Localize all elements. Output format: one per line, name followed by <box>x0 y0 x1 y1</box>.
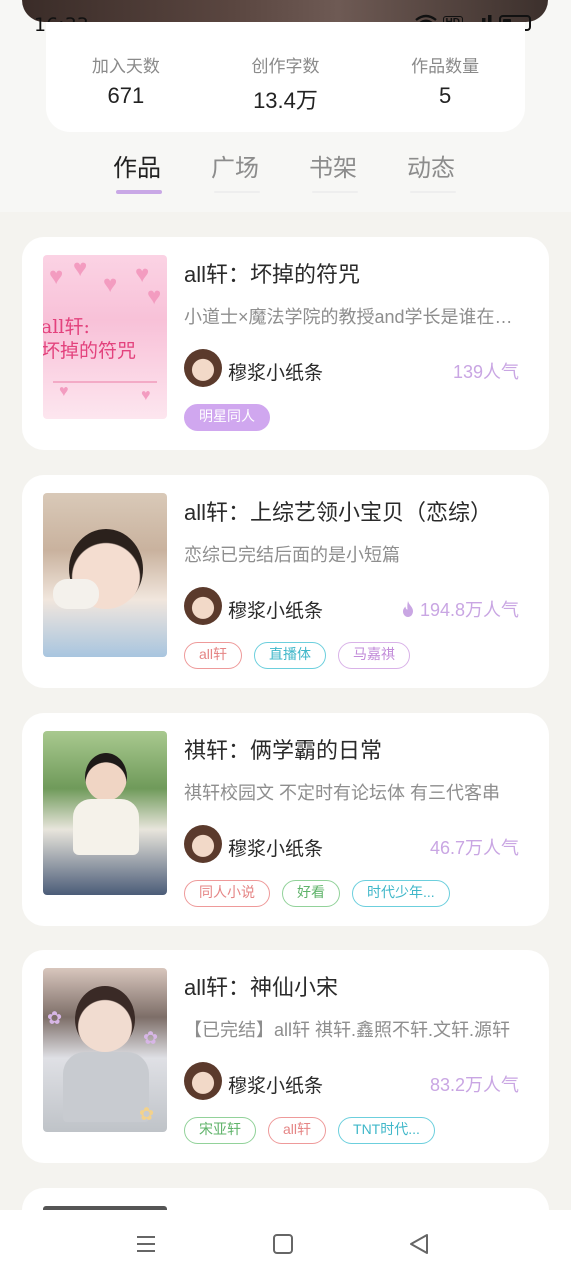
tab-underline <box>214 191 260 193</box>
system-nav-bar <box>0 1210 571 1280</box>
stat-label: 作品数量 <box>411 57 480 76</box>
popularity-count: 139人气 <box>453 358 519 384</box>
work-card[interactable]: ✿ ✿ ✿ all轩：神仙小宋 【已完结】all轩 祺轩.鑫照不轩.文轩.源轩 … <box>22 950 549 1163</box>
work-description: 小道士×魔法学院的教授and学长是谁在写我不说 <box>184 307 524 327</box>
tab-activity[interactable]: 动态 <box>386 148 476 183</box>
work-tags: 明星同人 <box>184 404 270 431</box>
work-title[interactable]: all轩：神仙小宋 <box>184 970 338 1002</box>
tag[interactable]: 宋亚轩 <box>184 1117 256 1144</box>
author-name[interactable]: 穆浆小纸条 <box>228 834 323 861</box>
heart-icon: ♥ <box>73 255 88 282</box>
cover-shirt <box>73 799 139 855</box>
popularity-text: 194.8万人气 <box>419 600 519 620</box>
tab-square[interactable]: 广场 <box>190 148 280 183</box>
work-cover-image[interactable] <box>43 493 167 657</box>
stat-value: 13.4万 <box>253 88 318 113</box>
heart-icon: ♥ <box>49 263 64 290</box>
cover-hoodie <box>63 1052 149 1122</box>
author-name[interactable]: 穆浆小纸条 <box>228 596 323 623</box>
flower-icon: ✿ <box>143 1028 159 1048</box>
menu-icon[interactable] <box>134 1232 158 1256</box>
work-description: 【已完结】all轩 祺轩.鑫照不轩.文轩.源轩 <box>184 1020 511 1040</box>
avatar[interactable] <box>184 349 222 387</box>
tag[interactable]: all轩 <box>268 1117 327 1144</box>
profile-tabs: 作品 广场 书架 动态 <box>92 148 492 198</box>
work-title[interactable]: all轩：坏掉的符咒 <box>184 257 360 289</box>
work-description: 恋综已完结后面的是小短篇 <box>184 545 400 565</box>
avatar[interactable] <box>184 825 222 863</box>
popularity-count: 83.2万人气 <box>430 1071 519 1097</box>
work-card[interactable]: ♥ ♥ ♥ ♥ ♥ ♥ ♥ all轩: 坏掉的符咒 all轩：坏掉的符咒 小道士×… <box>22 237 549 450</box>
cover-portrait <box>75 986 135 1052</box>
tag[interactable]: 时代少年... <box>352 880 450 907</box>
work-tags: all轩 直播体 马嘉祺 <box>184 642 411 669</box>
author-name[interactable]: 穆浆小纸条 <box>228 358 323 385</box>
cover-title-text: all轩: 坏掉的符咒 <box>43 316 137 362</box>
work-cover-image[interactable]: ✿ ✿ ✿ <box>43 968 167 1132</box>
stat-works-count: 作品数量 5 <box>380 52 510 132</box>
tag[interactable]: TNT时代... <box>338 1117 435 1144</box>
avatar[interactable] <box>184 587 222 625</box>
work-title[interactable]: 祺轩：俩学霸的日常 <box>184 733 382 765</box>
work-description: 祺轩校园文 不定时有论坛体 有三代客串 <box>184 783 501 803</box>
work-tags: 宋亚轩 all轩 TNT时代... <box>184 1117 435 1144</box>
stat-join-days: 加入天数 671 <box>61 52 191 132</box>
stat-word-count: 创作字数 13.4万 <box>220 52 350 132</box>
work-card[interactable]: all轩：上综艺领小宝贝（恋综） 恋综已完结后面的是小短篇 穆浆小纸条 194.… <box>22 475 549 688</box>
flower-icon: ✿ <box>47 1008 63 1028</box>
work-tags: 同人小说 好看 时代少年... <box>184 880 450 907</box>
work-card[interactable]: 祺轩：俩学霸的日常 祺轩校园文 不定时有论坛体 有三代客串 穆浆小纸条 46.7… <box>22 713 549 926</box>
stat-value: 5 <box>439 83 452 108</box>
tag[interactable]: 好看 <box>282 880 340 907</box>
tab-underline <box>312 191 358 193</box>
tag[interactable]: 同人小说 <box>184 880 270 907</box>
heart-icon: ♥ <box>59 383 69 400</box>
work-cover-image[interactable] <box>43 731 167 895</box>
back-triangle-icon[interactable] <box>407 1232 431 1256</box>
stats-card: 加入天数 671 创作字数 13.4万 作品数量 5 <box>46 22 525 132</box>
work-cover-image[interactable]: ♥ ♥ ♥ ♥ ♥ ♥ ♥ all轩: 坏掉的符咒 <box>43 255 167 419</box>
author-name[interactable]: 穆浆小纸条 <box>228 1071 323 1098</box>
tab-bookshelf[interactable]: 书架 <box>288 148 378 183</box>
cover-portrait <box>85 753 127 801</box>
heart-icon: ♥ <box>103 271 118 298</box>
tag[interactable]: 明星同人 <box>184 404 270 431</box>
popularity-text: 46.7万人气 <box>429 838 519 858</box>
work-title[interactable]: all轩：上综艺领小宝贝（恋综） <box>184 495 492 527</box>
tag[interactable]: all轩 <box>184 642 243 669</box>
stat-value: 671 <box>107 83 145 108</box>
heart-icon: ♥ <box>147 283 162 310</box>
stat-label: 创作字数 <box>251 57 320 76</box>
heart-icon: ♥ <box>141 387 151 404</box>
stat-label: 加入天数 <box>91 57 160 76</box>
cover-progress-line <box>53 381 157 383</box>
tab-works[interactable]: 作品 <box>92 148 182 183</box>
popularity-text: 139人气 <box>452 362 519 382</box>
popularity-count: 194.8万人气 <box>400 596 519 622</box>
avatar[interactable] <box>184 1062 222 1100</box>
active-tab-indicator <box>116 190 162 194</box>
tag[interactable]: 马嘉祺 <box>338 642 411 669</box>
tag[interactable]: 直播体 <box>254 642 327 669</box>
flower-icon: ✿ <box>139 1104 155 1124</box>
popularity-text: 83.2万人气 <box>429 1075 519 1095</box>
tab-underline <box>410 191 456 193</box>
popularity-count: 46.7万人气 <box>430 834 519 860</box>
fire-icon <box>402 601 413 617</box>
home-square-icon[interactable] <box>271 1232 295 1256</box>
cover-plush-toy <box>53 579 99 609</box>
